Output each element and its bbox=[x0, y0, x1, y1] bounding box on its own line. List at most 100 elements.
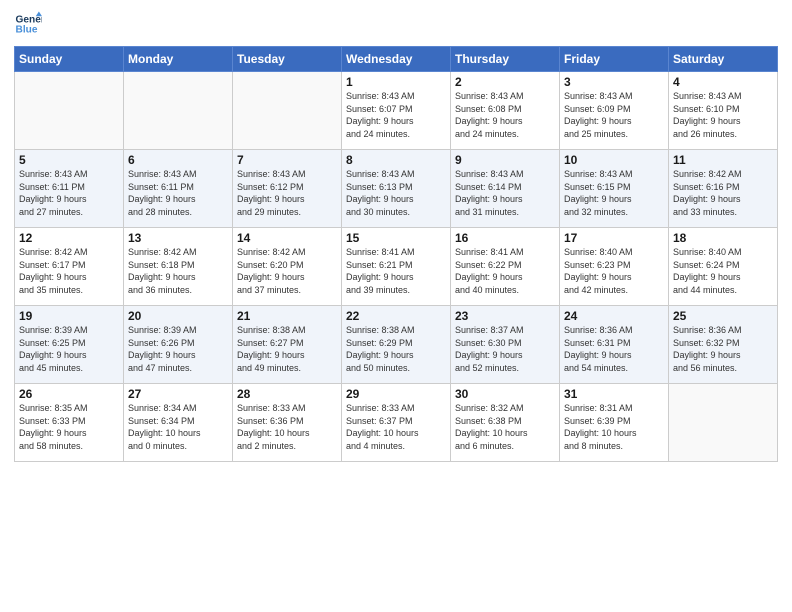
logo-icon: General Blue bbox=[14, 10, 42, 38]
day-info: Sunrise: 8:41 AM Sunset: 6:21 PM Dayligh… bbox=[346, 246, 446, 296]
day-number: 8 bbox=[346, 153, 446, 167]
day-number: 5 bbox=[19, 153, 119, 167]
day-number: 9 bbox=[455, 153, 555, 167]
day-cell: 1Sunrise: 8:43 AM Sunset: 6:07 PM Daylig… bbox=[342, 72, 451, 150]
day-number: 3 bbox=[564, 75, 664, 89]
day-number: 15 bbox=[346, 231, 446, 245]
day-info: Sunrise: 8:35 AM Sunset: 6:33 PM Dayligh… bbox=[19, 402, 119, 452]
day-number: 26 bbox=[19, 387, 119, 401]
day-cell: 16Sunrise: 8:41 AM Sunset: 6:22 PM Dayli… bbox=[451, 228, 560, 306]
day-info: Sunrise: 8:41 AM Sunset: 6:22 PM Dayligh… bbox=[455, 246, 555, 296]
day-info: Sunrise: 8:42 AM Sunset: 6:18 PM Dayligh… bbox=[128, 246, 228, 296]
day-number: 1 bbox=[346, 75, 446, 89]
svg-text:Blue: Blue bbox=[16, 25, 38, 36]
weekday-header-row: SundayMondayTuesdayWednesdayThursdayFrid… bbox=[15, 47, 778, 72]
day-info: Sunrise: 8:43 AM Sunset: 6:10 PM Dayligh… bbox=[673, 90, 773, 140]
day-cell: 2Sunrise: 8:43 AM Sunset: 6:08 PM Daylig… bbox=[451, 72, 560, 150]
day-cell: 25Sunrise: 8:36 AM Sunset: 6:32 PM Dayli… bbox=[669, 306, 778, 384]
day-info: Sunrise: 8:43 AM Sunset: 6:15 PM Dayligh… bbox=[564, 168, 664, 218]
day-number: 13 bbox=[128, 231, 228, 245]
day-cell: 24Sunrise: 8:36 AM Sunset: 6:31 PM Dayli… bbox=[560, 306, 669, 384]
day-number: 31 bbox=[564, 387, 664, 401]
day-cell: 29Sunrise: 8:33 AM Sunset: 6:37 PM Dayli… bbox=[342, 384, 451, 462]
day-number: 14 bbox=[237, 231, 337, 245]
day-info: Sunrise: 8:31 AM Sunset: 6:39 PM Dayligh… bbox=[564, 402, 664, 452]
day-cell: 18Sunrise: 8:40 AM Sunset: 6:24 PM Dayli… bbox=[669, 228, 778, 306]
calendar-table: SundayMondayTuesdayWednesdayThursdayFrid… bbox=[14, 46, 778, 462]
day-number: 25 bbox=[673, 309, 773, 323]
day-cell: 4Sunrise: 8:43 AM Sunset: 6:10 PM Daylig… bbox=[669, 72, 778, 150]
day-number: 17 bbox=[564, 231, 664, 245]
day-number: 10 bbox=[564, 153, 664, 167]
day-info: Sunrise: 8:43 AM Sunset: 6:07 PM Dayligh… bbox=[346, 90, 446, 140]
day-info: Sunrise: 8:43 AM Sunset: 6:12 PM Dayligh… bbox=[237, 168, 337, 218]
day-info: Sunrise: 8:38 AM Sunset: 6:27 PM Dayligh… bbox=[237, 324, 337, 374]
week-row-5: 26Sunrise: 8:35 AM Sunset: 6:33 PM Dayli… bbox=[15, 384, 778, 462]
day-number: 30 bbox=[455, 387, 555, 401]
day-info: Sunrise: 8:42 AM Sunset: 6:17 PM Dayligh… bbox=[19, 246, 119, 296]
weekday-header-tuesday: Tuesday bbox=[233, 47, 342, 72]
day-cell bbox=[124, 72, 233, 150]
day-number: 11 bbox=[673, 153, 773, 167]
day-number: 2 bbox=[455, 75, 555, 89]
day-cell: 28Sunrise: 8:33 AM Sunset: 6:36 PM Dayli… bbox=[233, 384, 342, 462]
day-cell: 7Sunrise: 8:43 AM Sunset: 6:12 PM Daylig… bbox=[233, 150, 342, 228]
weekday-header-monday: Monday bbox=[124, 47, 233, 72]
day-cell: 21Sunrise: 8:38 AM Sunset: 6:27 PM Dayli… bbox=[233, 306, 342, 384]
day-info: Sunrise: 8:39 AM Sunset: 6:25 PM Dayligh… bbox=[19, 324, 119, 374]
day-cell: 15Sunrise: 8:41 AM Sunset: 6:21 PM Dayli… bbox=[342, 228, 451, 306]
day-number: 22 bbox=[346, 309, 446, 323]
day-info: Sunrise: 8:36 AM Sunset: 6:31 PM Dayligh… bbox=[564, 324, 664, 374]
day-cell: 8Sunrise: 8:43 AM Sunset: 6:13 PM Daylig… bbox=[342, 150, 451, 228]
week-row-2: 5Sunrise: 8:43 AM Sunset: 6:11 PM Daylig… bbox=[15, 150, 778, 228]
day-info: Sunrise: 8:43 AM Sunset: 6:11 PM Dayligh… bbox=[128, 168, 228, 218]
day-cell: 6Sunrise: 8:43 AM Sunset: 6:11 PM Daylig… bbox=[124, 150, 233, 228]
day-info: Sunrise: 8:39 AM Sunset: 6:26 PM Dayligh… bbox=[128, 324, 228, 374]
day-number: 29 bbox=[346, 387, 446, 401]
day-info: Sunrise: 8:43 AM Sunset: 6:14 PM Dayligh… bbox=[455, 168, 555, 218]
day-info: Sunrise: 8:32 AM Sunset: 6:38 PM Dayligh… bbox=[455, 402, 555, 452]
week-row-3: 12Sunrise: 8:42 AM Sunset: 6:17 PM Dayli… bbox=[15, 228, 778, 306]
day-info: Sunrise: 8:34 AM Sunset: 6:34 PM Dayligh… bbox=[128, 402, 228, 452]
day-info: Sunrise: 8:40 AM Sunset: 6:24 PM Dayligh… bbox=[673, 246, 773, 296]
day-cell: 17Sunrise: 8:40 AM Sunset: 6:23 PM Dayli… bbox=[560, 228, 669, 306]
week-row-1: 1Sunrise: 8:43 AM Sunset: 6:07 PM Daylig… bbox=[15, 72, 778, 150]
day-number: 12 bbox=[19, 231, 119, 245]
weekday-header-wednesday: Wednesday bbox=[342, 47, 451, 72]
day-cell: 11Sunrise: 8:42 AM Sunset: 6:16 PM Dayli… bbox=[669, 150, 778, 228]
day-info: Sunrise: 8:33 AM Sunset: 6:37 PM Dayligh… bbox=[346, 402, 446, 452]
day-cell: 13Sunrise: 8:42 AM Sunset: 6:18 PM Dayli… bbox=[124, 228, 233, 306]
day-info: Sunrise: 8:36 AM Sunset: 6:32 PM Dayligh… bbox=[673, 324, 773, 374]
day-info: Sunrise: 8:38 AM Sunset: 6:29 PM Dayligh… bbox=[346, 324, 446, 374]
weekday-header-friday: Friday bbox=[560, 47, 669, 72]
day-cell bbox=[15, 72, 124, 150]
day-cell: 14Sunrise: 8:42 AM Sunset: 6:20 PM Dayli… bbox=[233, 228, 342, 306]
day-number: 23 bbox=[455, 309, 555, 323]
day-info: Sunrise: 8:43 AM Sunset: 6:11 PM Dayligh… bbox=[19, 168, 119, 218]
weekday-header-saturday: Saturday bbox=[669, 47, 778, 72]
day-cell: 20Sunrise: 8:39 AM Sunset: 6:26 PM Dayli… bbox=[124, 306, 233, 384]
day-info: Sunrise: 8:33 AM Sunset: 6:36 PM Dayligh… bbox=[237, 402, 337, 452]
day-cell: 12Sunrise: 8:42 AM Sunset: 6:17 PM Dayli… bbox=[15, 228, 124, 306]
day-cell: 23Sunrise: 8:37 AM Sunset: 6:30 PM Dayli… bbox=[451, 306, 560, 384]
logo: General Blue bbox=[14, 10, 42, 38]
day-cell: 26Sunrise: 8:35 AM Sunset: 6:33 PM Dayli… bbox=[15, 384, 124, 462]
day-cell bbox=[233, 72, 342, 150]
day-info: Sunrise: 8:37 AM Sunset: 6:30 PM Dayligh… bbox=[455, 324, 555, 374]
day-number: 18 bbox=[673, 231, 773, 245]
day-info: Sunrise: 8:43 AM Sunset: 6:08 PM Dayligh… bbox=[455, 90, 555, 140]
page-container: General Blue SundayMondayTuesdayWednesda… bbox=[0, 0, 792, 472]
day-cell bbox=[669, 384, 778, 462]
day-info: Sunrise: 8:43 AM Sunset: 6:13 PM Dayligh… bbox=[346, 168, 446, 218]
day-number: 24 bbox=[564, 309, 664, 323]
day-cell: 9Sunrise: 8:43 AM Sunset: 6:14 PM Daylig… bbox=[451, 150, 560, 228]
day-cell: 5Sunrise: 8:43 AM Sunset: 6:11 PM Daylig… bbox=[15, 150, 124, 228]
day-number: 4 bbox=[673, 75, 773, 89]
day-number: 19 bbox=[19, 309, 119, 323]
day-info: Sunrise: 8:40 AM Sunset: 6:23 PM Dayligh… bbox=[564, 246, 664, 296]
day-cell: 10Sunrise: 8:43 AM Sunset: 6:15 PM Dayli… bbox=[560, 150, 669, 228]
day-cell: 22Sunrise: 8:38 AM Sunset: 6:29 PM Dayli… bbox=[342, 306, 451, 384]
day-cell: 27Sunrise: 8:34 AM Sunset: 6:34 PM Dayli… bbox=[124, 384, 233, 462]
day-number: 28 bbox=[237, 387, 337, 401]
day-number: 27 bbox=[128, 387, 228, 401]
